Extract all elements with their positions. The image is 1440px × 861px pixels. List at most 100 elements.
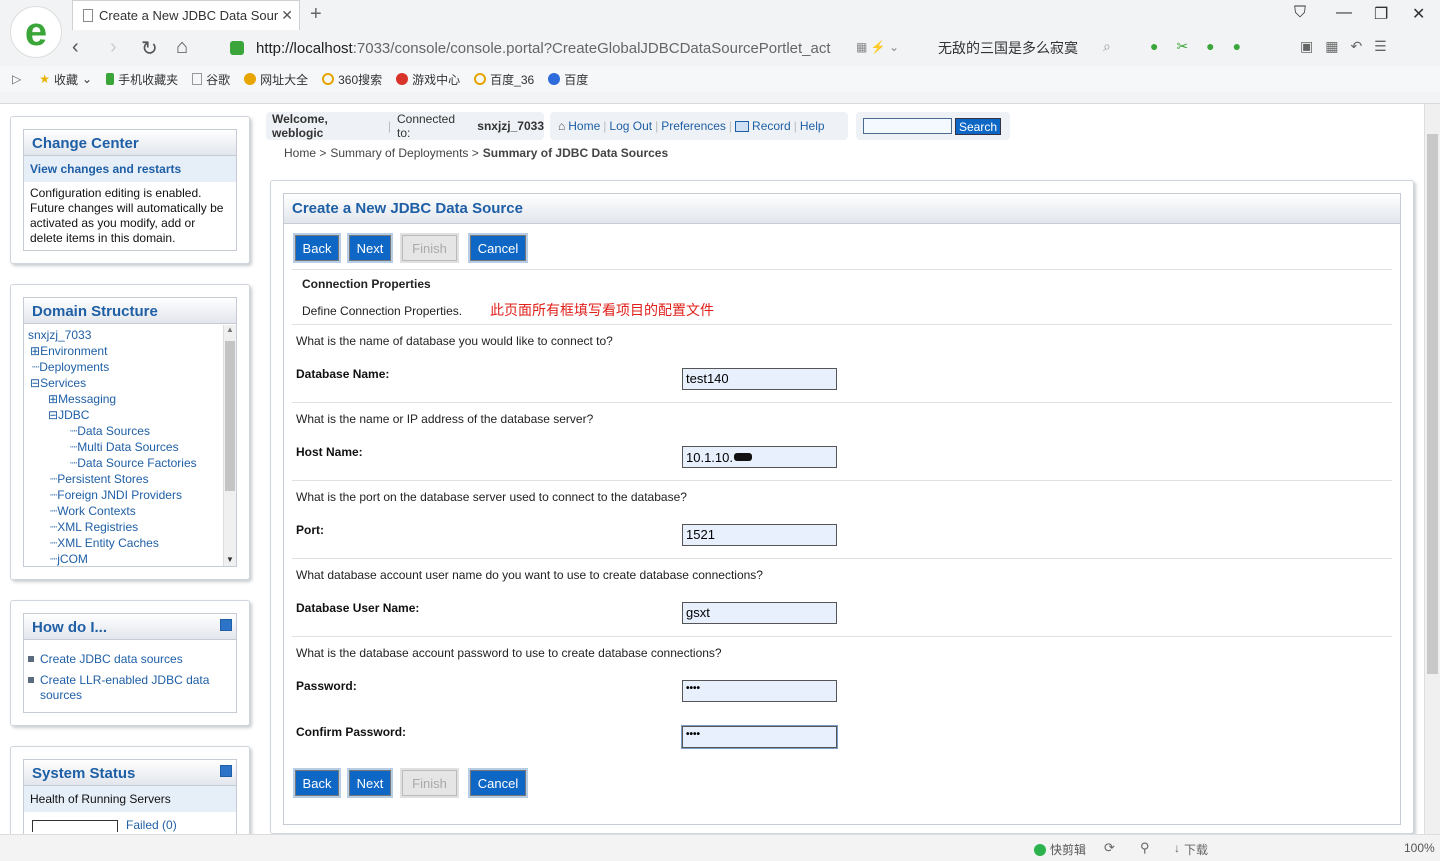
browser-search-box[interactable]: 无敌的三国是多么寂寞 bbox=[938, 38, 1078, 58]
bookmark-baidu[interactable]: 百度 bbox=[548, 71, 588, 88]
tree-item-services[interactable]: ⊟Services bbox=[28, 375, 232, 391]
skin-icon[interactable]: ⛉ bbox=[1294, 4, 1306, 22]
collapse-icon[interactable] bbox=[220, 765, 232, 777]
change-center-panel: Change Center View changes and restarts … bbox=[10, 116, 250, 264]
view-changes-link[interactable]: View changes and restarts bbox=[24, 156, 236, 182]
bookmark-baidu-360[interactable]: 百度_36 bbox=[474, 71, 534, 88]
search-icon[interactable]: ⌕ bbox=[1103, 38, 1111, 55]
divider bbox=[292, 324, 1392, 325]
console-search-button[interactable]: Search bbox=[955, 118, 1001, 135]
collapse-icon[interactable] bbox=[220, 619, 232, 631]
zoom-level[interactable]: 100% bbox=[1404, 841, 1435, 855]
next-button[interactable]: Next bbox=[347, 233, 393, 263]
user-info-bar: Welcome, weblogic | Connected to: snxjzj… bbox=[266, 112, 544, 140]
tree-item-work-contexts[interactable]: ┈Work Contexts bbox=[28, 503, 232, 519]
tree-item-deployments[interactable]: ┈Deployments bbox=[28, 359, 232, 375]
toolbar-icons[interactable]: ▣▦↶☰ bbox=[1300, 38, 1399, 55]
tree-item-foreign-jndi[interactable]: ┈Foreign JNDI Providers bbox=[28, 487, 232, 503]
bookmark-hao[interactable]: 网址大全 bbox=[244, 71, 308, 88]
tree-item-messaging[interactable]: ⊞Messaging bbox=[28, 391, 232, 407]
password-input[interactable]: •••• bbox=[682, 680, 837, 702]
preferences-link[interactable]: Preferences bbox=[661, 119, 726, 133]
minimize-icon[interactable]: — bbox=[1336, 4, 1352, 22]
web-page: Change Center View changes and restarts … bbox=[0, 104, 1424, 834]
bookmark-favorites[interactable]: ★ 收藏 ⌄ bbox=[39, 71, 92, 88]
tree-item-environment[interactable]: ⊞Environment bbox=[28, 343, 232, 359]
tree-item-jdbc[interactable]: ⊟JDBC bbox=[28, 407, 232, 423]
console-search-input[interactable] bbox=[863, 118, 952, 134]
logout-link[interactable]: Log Out bbox=[609, 119, 652, 133]
reload-icon[interactable]: ↻ bbox=[141, 36, 158, 61]
tree-item-jcom[interactable]: ┈jCOM bbox=[28, 551, 232, 566]
change-center-title: Change Center bbox=[24, 130, 236, 156]
question-host-name: What is the name or IP address of the da… bbox=[296, 412, 594, 426]
host-name-input[interactable]: 10.1.10. bbox=[682, 446, 837, 468]
scrollbar-thumb[interactable] bbox=[1427, 134, 1438, 674]
new-tab-icon[interactable]: + bbox=[310, 3, 322, 26]
record-icon bbox=[735, 120, 750, 132]
close-tab-icon[interactable]: ✕ bbox=[281, 7, 293, 24]
pin-icon[interactable]: ⚲ bbox=[1140, 840, 1150, 856]
address-bar[interactable]: http://localhost :7033/console/console.p… bbox=[230, 36, 920, 60]
browser-statusbar: 快剪辑 ⟳ ⚲ ↓ 下载 100% bbox=[0, 834, 1440, 861]
bookmark-google[interactable]: 谷歌 bbox=[192, 71, 230, 88]
question-port: What is the port on the database server … bbox=[296, 490, 687, 504]
failed-link[interactable]: Failed (0) bbox=[126, 818, 177, 832]
home-link[interactable]: Home bbox=[568, 119, 600, 133]
breadcrumb-home[interactable]: Home > bbox=[284, 146, 326, 160]
tree-scrollbar[interactable]: ▲ ▼ bbox=[223, 325, 236, 566]
help-link-create-llr[interactable]: Create LLR-enabled JDBC data sources bbox=[28, 673, 232, 703]
how-do-i-panel: How do I... Create JDBC data sources Cre… bbox=[10, 600, 250, 726]
breadcrumb-deployments[interactable]: Summary of Deployments > bbox=[330, 146, 478, 160]
section-title: Connection Properties bbox=[302, 277, 431, 291]
record-link[interactable]: Record bbox=[752, 119, 791, 133]
tree-item-data-sources[interactable]: ┈Data Sources bbox=[28, 423, 232, 439]
divider bbox=[292, 558, 1392, 559]
annotation-text: 此页面所有框填写看项目的配置文件 bbox=[490, 302, 714, 318]
help-link-create-jdbc[interactable]: Create JDBC data sources bbox=[28, 652, 232, 667]
bookmark-360-search[interactable]: 360搜索 bbox=[322, 71, 382, 88]
system-status-title: System Status bbox=[24, 760, 236, 786]
next-button-bottom[interactable]: Next bbox=[347, 768, 393, 798]
browser-tab[interactable]: Create a New JDBC Data Sour ✕ bbox=[72, 0, 300, 30]
divider bbox=[292, 480, 1392, 481]
tree-item-persistent-stores[interactable]: ┈Persistent Stores bbox=[28, 471, 232, 487]
page-scrollbar[interactable] bbox=[1424, 104, 1440, 834]
tab-title: Create a New JDBC Data Sour bbox=[99, 8, 279, 23]
history-icon[interactable]: ⟳ bbox=[1104, 840, 1115, 856]
back-button-bottom[interactable]: Back bbox=[293, 768, 341, 798]
confirm-password-input[interactable]: •••• bbox=[682, 726, 837, 748]
help-link[interactable]: Help bbox=[800, 119, 825, 133]
home-icon[interactable]: ⌂ bbox=[176, 36, 188, 59]
back-button[interactable]: Back bbox=[293, 233, 341, 263]
tree-item-data-source-factories[interactable]: ┈Data Source Factories bbox=[28, 455, 232, 471]
bookmark-games[interactable]: 游戏中心 bbox=[396, 71, 460, 88]
port-input[interactable]: 1521 bbox=[682, 524, 837, 546]
window-close-icon[interactable]: ✕ bbox=[1412, 4, 1425, 24]
tree-item-domain[interactable]: snxjzj_7033 bbox=[28, 327, 232, 343]
domain-tree: snxjzj_7033 ⊞Environment ┈Deployments ⊟S… bbox=[24, 324, 236, 566]
cancel-button[interactable]: Cancel bbox=[468, 233, 528, 263]
restore-icon[interactable]: ❐ bbox=[1374, 4, 1388, 24]
tree-item-multi-data-sources[interactable]: ┈Multi Data Sources bbox=[28, 439, 232, 455]
forward-icon[interactable]: › bbox=[110, 36, 117, 59]
tree-item-xml-registries[interactable]: ┈XML Registries bbox=[28, 519, 232, 535]
back-icon[interactable]: ‹ bbox=[72, 36, 79, 59]
database-name-input[interactable]: test140 bbox=[682, 368, 837, 390]
bookmark-mobile[interactable]: 手机收藏夹 bbox=[106, 71, 178, 88]
finish-button-bottom[interactable]: Finish bbox=[400, 768, 459, 798]
extension-icons[interactable]: ●✂●● bbox=[1150, 38, 1259, 55]
qr-icon[interactable]: ▦ ⚡ ⌄ bbox=[856, 40, 899, 54]
health-bar bbox=[32, 820, 118, 832]
download-button[interactable]: ↓ 下载 bbox=[1174, 841, 1208, 858]
tree-item-xml-entity-caches[interactable]: ┈XML Entity Caches bbox=[28, 535, 232, 551]
question-database-name: What is the name of database you would l… bbox=[296, 334, 613, 348]
sidebar-toggle-icon[interactable]: ▷ bbox=[12, 72, 21, 86]
system-status-panel: System Status Health of Running Servers … bbox=[10, 746, 250, 834]
kuaijian-button[interactable]: 快剪辑 bbox=[1034, 841, 1086, 858]
finish-button[interactable]: Finish bbox=[400, 233, 459, 263]
cancel-button-bottom[interactable]: Cancel bbox=[468, 768, 528, 798]
change-center-text: Configuration editing is enabled. Future… bbox=[30, 186, 224, 245]
label-database-name: Database Name: bbox=[296, 367, 390, 381]
user-name-input[interactable]: gsxt bbox=[682, 602, 837, 624]
